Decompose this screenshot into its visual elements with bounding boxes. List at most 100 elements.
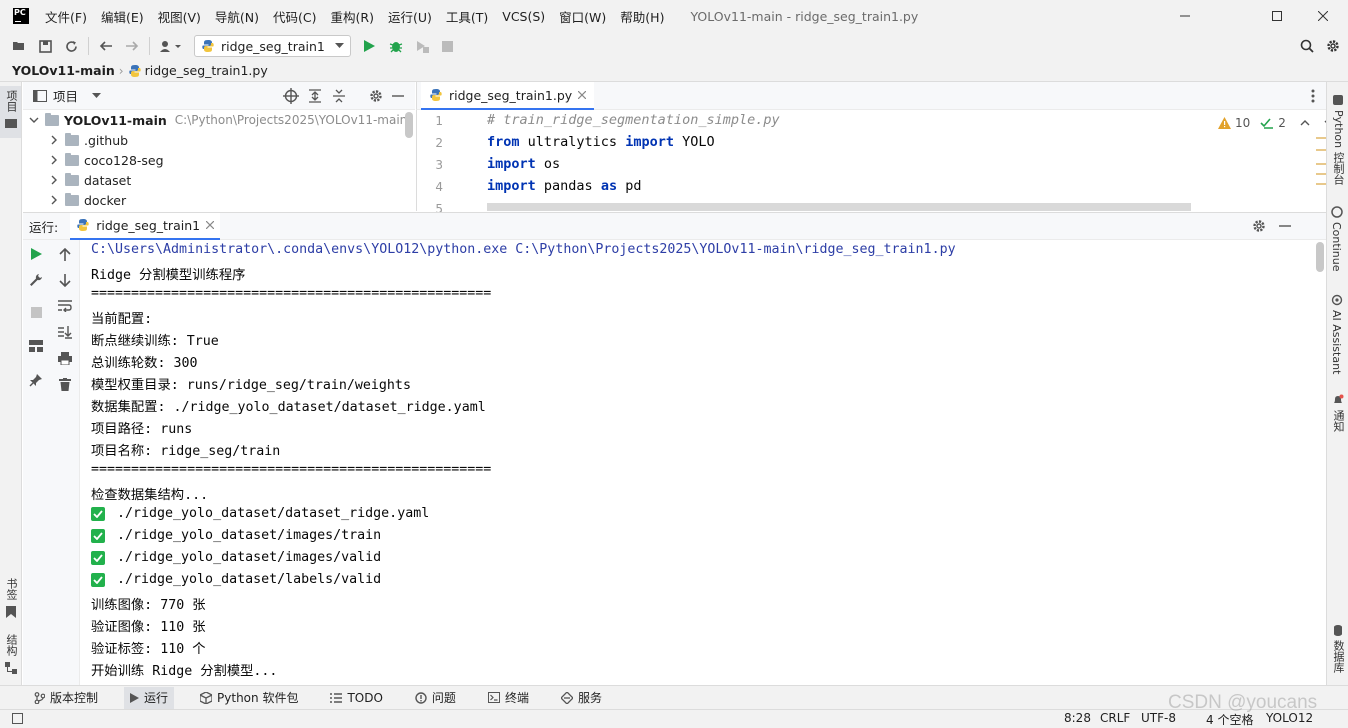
rerun-button[interactable] <box>26 244 46 264</box>
ai-assistant-tab[interactable]: AI Assistant <box>1330 294 1343 374</box>
forward-button[interactable] <box>119 34 145 58</box>
print-button[interactable] <box>55 348 75 368</box>
tree-root[interactable]: YOLOv11-main C:\Python\Projects2025\YOLO… <box>23 110 415 130</box>
code-editor[interactable]: # train_ridge_segmentation_simple.py from… <box>483 110 1313 211</box>
gear-icon[interactable] <box>369 89 383 103</box>
bottom-tool-2[interactable]: Python 软件包 <box>194 687 304 709</box>
open-button[interactable] <box>6 34 32 58</box>
menu-item[interactable]: 代码(C) <box>273 7 316 26</box>
error-stripe-mark[interactable] <box>1316 163 1326 165</box>
tree-item[interactable]: dataset <box>23 170 415 190</box>
console-text: Ridge 分割模型训练程序 <box>91 268 246 283</box>
soft-wrap-button[interactable] <box>55 296 75 316</box>
scroll-up-button[interactable] <box>55 244 75 264</box>
run-configuration-select[interactable]: ridge_seg_train1 <box>194 35 351 57</box>
error-stripe-mark[interactable] <box>1316 137 1326 139</box>
edit-config-button[interactable] <box>26 270 46 290</box>
menu-item[interactable]: VCS(S) <box>502 9 545 24</box>
close-button[interactable] <box>1300 0 1346 32</box>
bottom-tool-1[interactable]: 运行 <box>124 686 175 709</box>
structure-tool-tab[interactable]: 结构 <box>3 634 19 656</box>
line-separator[interactable]: CRLF <box>1100 711 1130 725</box>
tree-item[interactable]: coco128-seg <box>23 150 415 170</box>
pin-tab-button[interactable] <box>26 370 46 390</box>
bottom-tool-4[interactable]: 问题 <box>409 687 462 709</box>
bottom-tool-6[interactable]: 服务 <box>555 687 608 709</box>
project-tool-tab[interactable]: 项目 <box>3 90 19 112</box>
menu-item[interactable]: 文件(F) <box>45 7 87 26</box>
editor-tab-ridge-seg-train1[interactable]: ridge_seg_train1.py <box>421 82 595 110</box>
caret-position[interactable]: 8:28 <box>1064 711 1091 725</box>
database-tab[interactable]: 数据库 <box>1330 624 1346 673</box>
bottom-tool-3[interactable]: TODO <box>324 687 388 709</box>
search-icon <box>1300 39 1314 53</box>
console-text: 验证图像: 110 张 <box>91 620 206 635</box>
clear-all-button[interactable] <box>55 374 75 394</box>
collapse-all-icon[interactable] <box>331 88 347 104</box>
vcs-user-button[interactable] <box>154 34 188 58</box>
run-tab-ridge-seg-train1[interactable]: ridge_seg_train1 <box>70 212 221 240</box>
notifications-tab[interactable]: 通知 <box>1330 394 1346 432</box>
menu-item[interactable]: 视图(V) <box>158 7 201 26</box>
python-console-tab[interactable]: Python 控制台 <box>1330 94 1346 185</box>
code-line: import pandas as pd <box>487 178 641 194</box>
error-stripe-mark[interactable] <box>1316 149 1326 151</box>
coverage-button[interactable] <box>409 34 435 58</box>
continue-tab[interactable]: Continue <box>1330 206 1343 271</box>
stop-button[interactable] <box>435 34 461 58</box>
console-line: 训练图像: 770 张 <box>91 594 206 613</box>
tree-item[interactable]: .github <box>23 130 415 150</box>
bottom-tool-0[interactable]: 版本控制 <box>28 687 104 709</box>
close-icon[interactable] <box>578 91 587 99</box>
console-scrollbar[interactable] <box>1316 242 1324 272</box>
bookmarks-tool-tab[interactable]: 书签 <box>3 578 19 600</box>
menu-item[interactable]: 导航(N) <box>215 7 259 26</box>
run-console-output[interactable]: C:\Users\Administrator\.conda\envs\YOLO1… <box>81 240 1313 685</box>
menu-item[interactable]: 帮助(H) <box>620 7 664 26</box>
menu-item[interactable]: 窗口(W) <box>559 7 606 26</box>
menu-item[interactable]: 运行(U) <box>388 7 432 26</box>
breadcrumb-file[interactable]: ridge_seg_train1.py <box>145 63 268 78</box>
menu-item[interactable]: 编辑(E) <box>101 7 144 26</box>
scroll-down-button[interactable] <box>55 270 75 290</box>
console-text: 开始训练 Ridge 分割模型... <box>91 664 278 679</box>
bottom-tool-5[interactable]: 终端 <box>482 687 535 709</box>
gear-icon[interactable] <box>1252 219 1266 233</box>
sync-button[interactable] <box>58 34 84 58</box>
toggle-tool-windows-icon[interactable] <box>12 713 23 724</box>
breadcrumb-project[interactable]: YOLOv11-main <box>12 63 115 78</box>
locate-icon[interactable] <box>283 87 299 104</box>
code-token: pd <box>617 178 642 194</box>
maximize-button[interactable] <box>1254 0 1300 32</box>
continue-label: Continue <box>1330 222 1343 272</box>
title-bar: PC 文件(F) 编辑(E) 视图(V) 导航(N) 代码(C) 重构(R) 运行(U) 工具… <box>0 0 1348 32</box>
back-button[interactable] <box>93 34 119 58</box>
project-scrollbar[interactable] <box>405 112 413 138</box>
error-stripe-mark[interactable] <box>1316 173 1326 175</box>
search-everywhere-button[interactable] <box>1294 34 1320 58</box>
project-panel-title[interactable]: 项目 <box>53 86 78 105</box>
error-stripe-mark[interactable] <box>1316 183 1326 185</box>
more-options-icon[interactable] <box>1311 89 1315 103</box>
settings-button[interactable] <box>1320 34 1346 58</box>
scroll-to-end-button[interactable] <box>55 322 75 342</box>
check-mark-icon <box>91 550 105 565</box>
debug-button[interactable] <box>383 34 409 58</box>
code-token: ultralytics <box>519 134 626 150</box>
tree-item[interactable]: docker <box>23 190 415 210</box>
save-all-button[interactable] <box>32 34 58 58</box>
layout-button[interactable] <box>26 336 46 356</box>
minimize-panel-icon[interactable] <box>1278 219 1292 233</box>
menu-item[interactable]: 工具(T) <box>446 7 488 26</box>
inspection-widget[interactable]: 10 2 <box>1218 116 1334 130</box>
editor-horizontal-scrollbar[interactable] <box>487 203 1191 211</box>
run-button[interactable] <box>357 34 383 58</box>
menu-item[interactable]: 重构(R) <box>331 7 374 26</box>
stop-button[interactable] <box>26 302 46 322</box>
minimize-panel-icon[interactable] <box>391 89 405 103</box>
close-icon[interactable] <box>206 221 215 229</box>
expand-all-icon[interactable] <box>307 88 323 104</box>
right-tool-stripe: Python 控制台 Continue AI Assistant 通知 数据库 <box>1326 82 1348 685</box>
run-toolbar-secondary <box>50 240 80 685</box>
minimize-button[interactable] <box>1162 0 1208 32</box>
